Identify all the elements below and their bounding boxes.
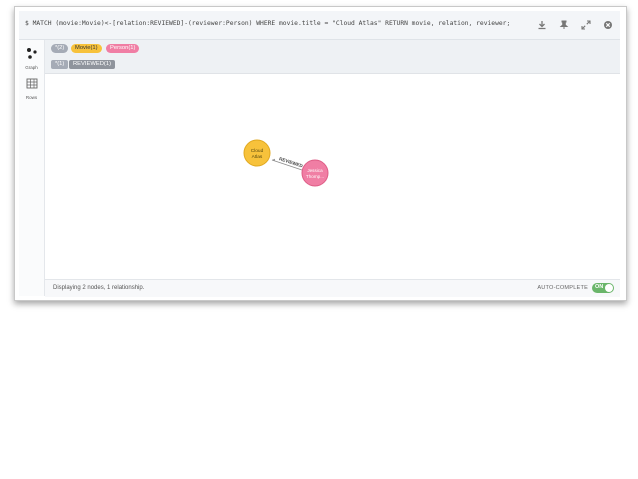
download-icon[interactable]: [534, 17, 550, 33]
legend-bar: *(2) Movie(1) Person(1) *(1) REVIEWED(1): [45, 40, 620, 74]
legend-person-label[interactable]: Person(1): [106, 44, 140, 53]
expand-icon[interactable]: [578, 17, 594, 33]
autocomplete-toggle-text: ON: [595, 284, 604, 290]
legend-all-nodes[interactable]: *(2): [51, 44, 69, 53]
node-person[interactable]: Jessica Thomp...: [301, 159, 329, 187]
sidebar-tab-rows[interactable]: Rows: [19, 76, 44, 100]
table-icon: [26, 78, 37, 89]
node-movie-label-line-2: Atlas: [252, 154, 263, 160]
pin-icon[interactable]: [556, 17, 572, 33]
graph-svg: REVIEWED Cloud Atlas Jessica Thomp...: [243, 139, 329, 187]
node-movie[interactable]: Cloud Atlas: [243, 139, 271, 167]
sidebar-tab-graph-label: Graph: [25, 65, 38, 70]
legend-reviewed-type[interactable]: REVIEWED(1): [69, 60, 116, 69]
status-text: Displaying 2 nodes, 1 relationship.: [53, 285, 145, 291]
toggle-knob: [605, 284, 613, 292]
legend-all-relationships[interactable]: *(1): [51, 60, 69, 69]
query-bar: $ MATCH (movie:Movie)<-[relation:REVIEWE…: [19, 11, 620, 40]
browser-frame: $ MATCH (movie:Movie)<-[relation:REVIEWE…: [14, 6, 627, 301]
autocomplete-toggle[interactable]: ON: [592, 283, 614, 293]
query-text[interactable]: $ MATCH (movie:Movie)<-[relation:REVIEWE…: [25, 20, 510, 27]
legend-movie-label[interactable]: Movie(1): [71, 44, 102, 53]
node-movie-label-line-1: Cloud: [251, 148, 264, 154]
sidebar-tab-graph[interactable]: Graph: [19, 46, 44, 70]
graph-icon: [26, 48, 37, 59]
node-person-label-line-1: Jessica: [307, 168, 323, 173]
close-icon[interactable]: [600, 17, 616, 33]
status-footer: Displaying 2 nodes, 1 relationship. AUTO…: [45, 279, 620, 297]
view-sidebar: Graph Rows: [19, 40, 45, 296]
autocomplete-label: AUTO-COMPLETE: [537, 285, 588, 291]
sidebar-tab-rows-label: Rows: [25, 95, 38, 100]
graph-canvas[interactable]: REVIEWED Cloud Atlas Jessica Thomp...: [45, 74, 620, 278]
node-person-label-line-2: Thomp...: [306, 174, 324, 179]
